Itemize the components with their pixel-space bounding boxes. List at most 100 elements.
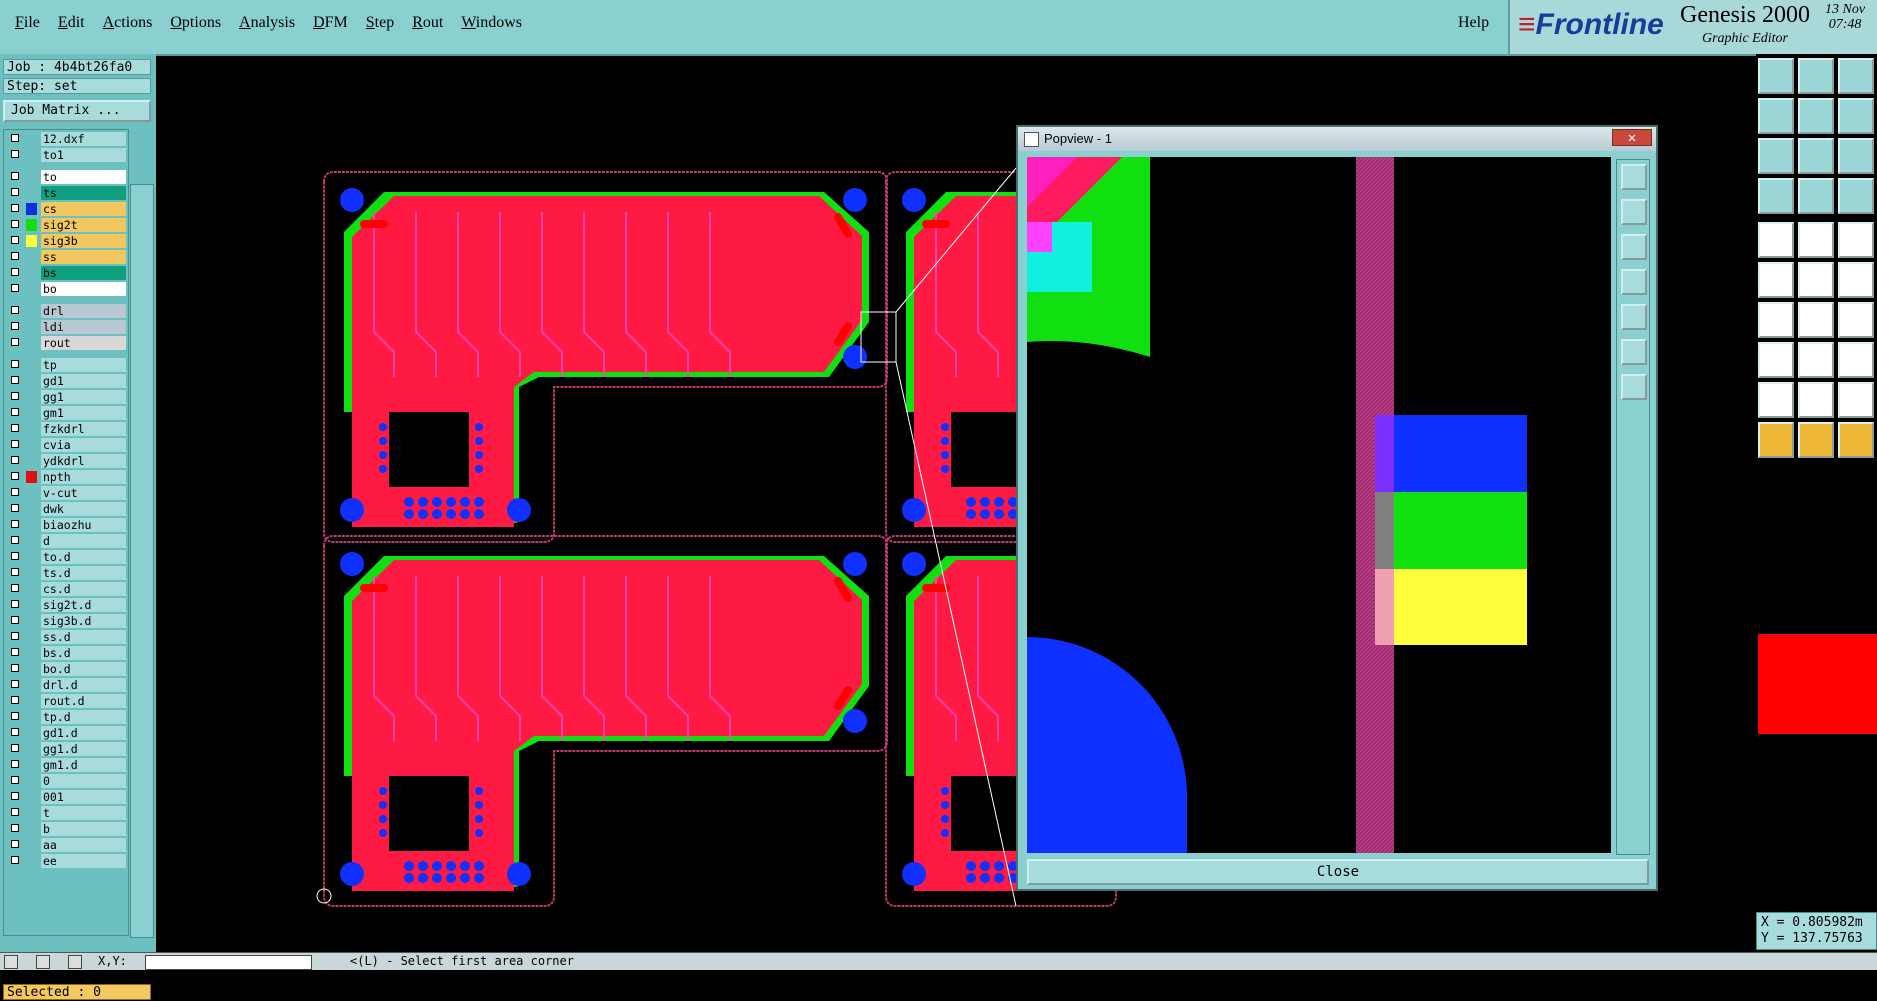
layer-checkbox[interactable] xyxy=(11,840,19,848)
menu-rout[interactable]: Rout xyxy=(403,14,452,32)
layer-checkbox[interactable] xyxy=(11,696,19,704)
layer-row[interactable]: gm1.d xyxy=(4,758,128,772)
menu-analysis[interactable]: Analysis xyxy=(230,14,304,32)
layer-row[interactable]: drl xyxy=(4,304,128,318)
tool-icon[interactable] xyxy=(1758,342,1794,378)
layer-row[interactable]: v-cut xyxy=(4,486,128,500)
layer-checkbox[interactable] xyxy=(11,150,19,158)
menu-step[interactable]: Step xyxy=(357,14,403,32)
status-icon[interactable] xyxy=(4,955,18,969)
layer-checkbox[interactable] xyxy=(11,536,19,544)
menu-file[interactable]: File xyxy=(6,14,49,32)
layer-row[interactable]: 12.dxf xyxy=(4,132,128,146)
layer-row[interactable]: to.d xyxy=(4,550,128,564)
layer-checkbox[interactable] xyxy=(11,376,19,384)
menu-dfm[interactable]: DFM xyxy=(304,14,357,32)
tool-icon[interactable] xyxy=(1758,178,1794,214)
layer-row[interactable]: aa xyxy=(4,838,128,852)
tool-icon[interactable] xyxy=(1758,302,1794,338)
layer-checkbox[interactable] xyxy=(11,488,19,496)
tool-icon[interactable] xyxy=(1838,342,1874,378)
popview-tool-icon[interactable] xyxy=(1621,164,1647,190)
layer-checkbox[interactable] xyxy=(11,680,19,688)
layer-checkbox[interactable] xyxy=(11,792,19,800)
tool-icon[interactable] xyxy=(1758,422,1794,458)
tool-icon[interactable] xyxy=(1758,58,1794,94)
status-icon[interactable] xyxy=(68,955,82,969)
layer-row[interactable]: sig3b.d xyxy=(4,614,128,628)
layer-checkbox[interactable] xyxy=(11,306,19,314)
layer-checkbox[interactable] xyxy=(11,520,19,528)
layer-row[interactable]: b xyxy=(4,822,128,836)
layer-row[interactable]: rout xyxy=(4,336,128,350)
layer-row[interactable]: bo.d xyxy=(4,662,128,676)
layer-row[interactable]: 0 xyxy=(4,774,128,788)
layer-row[interactable]: ydkdrl xyxy=(4,454,128,468)
tool-icon[interactable] xyxy=(1838,138,1874,174)
popview-tool-icon[interactable] xyxy=(1621,234,1647,260)
layer-checkbox[interactable] xyxy=(11,744,19,752)
layer-row[interactable]: gd1 xyxy=(4,374,128,388)
menu-help[interactable]: Help xyxy=(1458,14,1489,32)
layer-checkbox[interactable] xyxy=(11,728,19,736)
layer-row[interactable]: ss.d xyxy=(4,630,128,644)
layer-checkbox[interactable] xyxy=(11,172,19,180)
layer-row[interactable]: gm1 xyxy=(4,406,128,420)
layer-checkbox[interactable] xyxy=(11,664,19,672)
layer-checkbox[interactable] xyxy=(11,504,19,512)
tool-icon[interactable] xyxy=(1798,222,1834,258)
layer-checkbox[interactable] xyxy=(11,648,19,656)
layer-checkbox[interactable] xyxy=(11,322,19,330)
layer-row[interactable]: fzkdrl xyxy=(4,422,128,436)
tool-icon[interactable] xyxy=(1758,262,1794,298)
layer-row[interactable]: tp.d xyxy=(4,710,128,724)
overview-map[interactable] xyxy=(1758,634,1877,734)
layer-row[interactable]: ts xyxy=(4,186,128,200)
popview-tool-icon[interactable] xyxy=(1621,374,1647,400)
menu-options[interactable]: Options xyxy=(161,14,230,32)
layer-row[interactable]: cs xyxy=(4,202,128,216)
layer-row[interactable]: to xyxy=(4,170,128,184)
close-icon[interactable]: ✕ xyxy=(1612,129,1652,146)
popview-tool-icon[interactable] xyxy=(1621,199,1647,225)
tool-icon[interactable] xyxy=(1838,98,1874,134)
layer-row[interactable]: sig2t.d xyxy=(4,598,128,612)
layer-checkbox[interactable] xyxy=(11,360,19,368)
layer-row[interactable]: dwk xyxy=(4,502,128,516)
tool-icon[interactable] xyxy=(1798,178,1834,214)
popview-zoom-view[interactable] xyxy=(1027,157,1611,853)
layer-checkbox[interactable] xyxy=(11,856,19,864)
layer-checkbox[interactable] xyxy=(11,408,19,416)
tool-icon[interactable] xyxy=(1798,302,1834,338)
popview-tool-icon[interactable] xyxy=(1621,339,1647,365)
layer-checkbox[interactable] xyxy=(11,424,19,432)
layer-row[interactable]: t xyxy=(4,806,128,820)
layer-row[interactable]: d xyxy=(4,534,128,548)
layer-checkbox[interactable] xyxy=(11,824,19,832)
tool-icon[interactable] xyxy=(1798,262,1834,298)
tool-icon[interactable] xyxy=(1838,178,1874,214)
layer-checkbox[interactable] xyxy=(11,632,19,640)
layer-checkbox[interactable] xyxy=(11,616,19,624)
layer-checkbox[interactable] xyxy=(11,456,19,464)
tool-icon[interactable] xyxy=(1798,342,1834,378)
layer-row[interactable]: ldi xyxy=(4,320,128,334)
layer-row[interactable]: cvia xyxy=(4,438,128,452)
layer-checkbox[interactable] xyxy=(11,808,19,816)
layer-checkbox[interactable] xyxy=(11,552,19,560)
layer-checkbox[interactable] xyxy=(11,338,19,346)
tool-icon[interactable] xyxy=(1838,382,1874,418)
layer-row[interactable]: rout.d xyxy=(4,694,128,708)
layer-checkbox[interactable] xyxy=(11,220,19,228)
layer-checkbox[interactable] xyxy=(11,440,19,448)
tool-icon[interactable] xyxy=(1838,302,1874,338)
menu-windows[interactable]: Windows xyxy=(452,14,531,32)
tool-icon[interactable] xyxy=(1838,222,1874,258)
layer-checkbox[interactable] xyxy=(11,760,19,768)
layer-row[interactable]: ts.d xyxy=(4,566,128,580)
layer-row[interactable]: gg1 xyxy=(4,390,128,404)
layer-row[interactable]: 001 xyxy=(4,790,128,804)
layer-row[interactable]: gd1.d xyxy=(4,726,128,740)
xy-input[interactable] xyxy=(145,955,312,970)
layer-row[interactable]: bs.d xyxy=(4,646,128,660)
